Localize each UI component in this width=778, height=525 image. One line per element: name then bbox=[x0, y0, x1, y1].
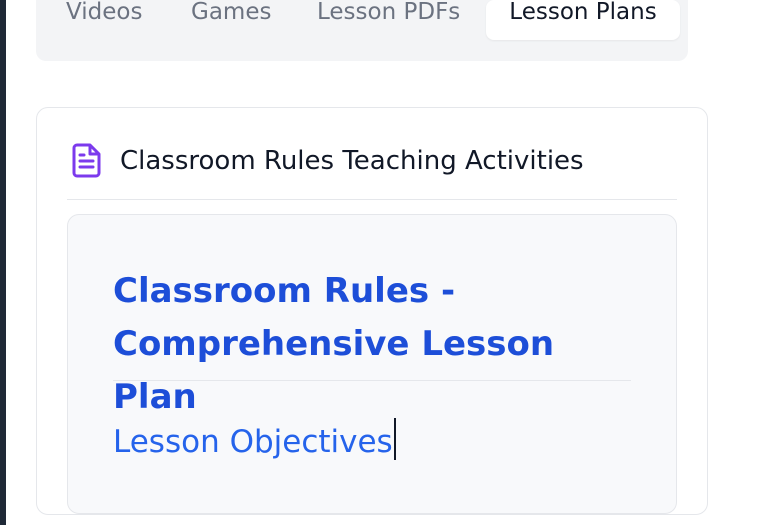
card-header: Classroom Rules Teaching Activities bbox=[67, 108, 677, 200]
document-icon bbox=[71, 142, 103, 178]
card-title: Classroom Rules Teaching Activities bbox=[120, 146, 584, 176]
section-heading-objectives[interactable]: Lesson Objectives bbox=[113, 418, 396, 460]
section-heading-text: Lesson Objectives bbox=[113, 424, 393, 460]
window-edge bbox=[0, 0, 6, 525]
lesson-content-panel[interactable]: Classroom Rules - Comprehensive Lesson P… bbox=[67, 214, 677, 514]
tab-games[interactable]: Games bbox=[191, 0, 271, 40]
lesson-title: Classroom Rules - Comprehensive Lesson P… bbox=[113, 271, 555, 417]
lesson-plan-card: Classroom Rules Teaching Activities Clas… bbox=[36, 107, 708, 515]
tab-videos[interactable]: Videos bbox=[66, 0, 142, 40]
content-divider bbox=[113, 380, 631, 381]
tab-lesson-pdfs[interactable]: Lesson PDFs bbox=[317, 0, 460, 40]
tab-lesson-plans[interactable]: Lesson Plans bbox=[486, 0, 680, 40]
text-cursor bbox=[393, 418, 396, 460]
tab-bar: Videos Games Lesson PDFs Lesson Plans bbox=[36, 0, 688, 61]
